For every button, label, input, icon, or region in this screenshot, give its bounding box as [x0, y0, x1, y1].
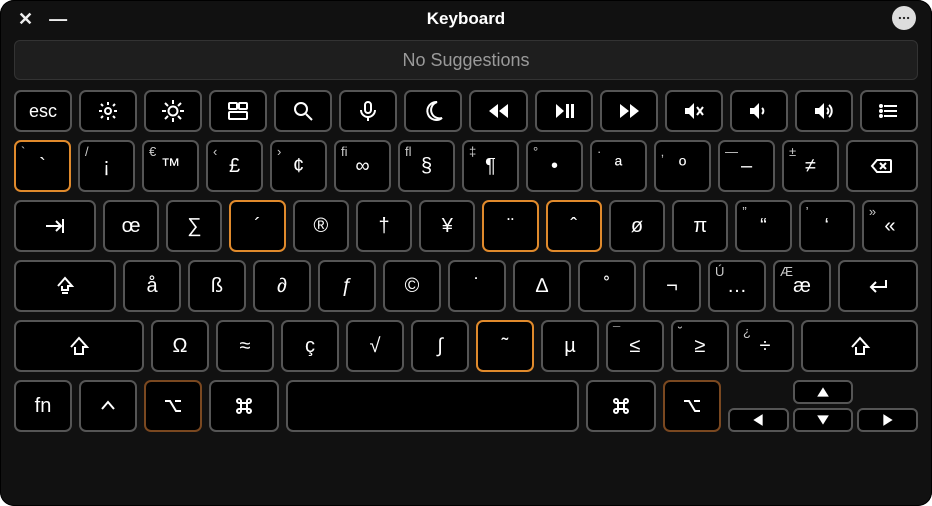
arrow-right-key[interactable]	[857, 408, 918, 432]
cent-key[interactable]: ¢›	[270, 140, 327, 192]
left-double-quote-key[interactable]: “”	[735, 200, 791, 252]
command-left-key[interactable]	[209, 380, 279, 432]
suggestions-text: No Suggestions	[402, 50, 529, 71]
suggestions-bar: No Suggestions	[14, 40, 918, 80]
arrow-cluster	[728, 380, 918, 432]
not-sign-key[interactable]: ¬	[643, 260, 701, 312]
search-key[interactable]	[274, 90, 332, 132]
oe-key[interactable]: œ	[103, 200, 159, 252]
yen-key[interactable]: ¥	[419, 200, 475, 252]
arrow-up-key[interactable]	[793, 380, 854, 404]
shift-row: Ω≈ç√∫˜µ≤¯≥˘÷¿	[14, 320, 918, 372]
circumflex-key[interactable]: ˆ	[546, 200, 602, 252]
more-icon[interactable]	[892, 6, 916, 30]
ordinal-a-key[interactable]: ª·	[590, 140, 647, 192]
fn-key[interactable]: fn	[14, 380, 72, 432]
dictation-key[interactable]	[339, 90, 397, 132]
ellipsis-key[interactable]: …Ú	[708, 260, 766, 312]
ring-above-key[interactable]: ˚	[578, 260, 636, 312]
a-ring-key[interactable]: å	[123, 260, 181, 312]
trademark-key[interactable]: ™€	[142, 140, 199, 192]
window-title: Keyboard	[10, 9, 922, 29]
integral-key[interactable]: ∫	[411, 320, 469, 372]
brightness-up-key[interactable]	[144, 90, 202, 132]
return-key[interactable]	[838, 260, 918, 312]
ae-key[interactable]: æÆ	[773, 260, 831, 312]
shift-left-key[interactable]	[14, 320, 144, 372]
registered-key[interactable]: ®	[293, 200, 349, 252]
infinity-key[interactable]: ∞fi	[334, 140, 391, 192]
diaeresis-key[interactable]: ¨	[482, 200, 538, 252]
tab-key[interactable]	[14, 200, 96, 252]
ordinal-o-key[interactable]: º‚	[654, 140, 711, 192]
en-dash-key[interactable]: –—	[718, 140, 775, 192]
dnd-key[interactable]	[404, 90, 462, 132]
fast-forward-key[interactable]	[600, 90, 658, 132]
sqrt-key[interactable]: √	[346, 320, 404, 372]
o-stroke-key[interactable]: ø	[609, 200, 665, 252]
number-row: ``¡/™€£‹¢›∞fi§fl¶‡•°ª·º‚–—≠±	[14, 140, 918, 192]
titlebar: ✕ — Keyboard	[10, 6, 922, 32]
delta-key[interactable]: ∆	[513, 260, 571, 312]
function-row: esc	[14, 90, 918, 132]
copyright-key[interactable]: ©	[383, 260, 441, 312]
left-single-quote-key[interactable]: ‘’	[799, 200, 855, 252]
keyboard-window: ✕ — Keyboard No Suggestions esc ``¡/™€£‹…	[0, 0, 932, 506]
le-key[interactable]: ≤¯	[606, 320, 664, 372]
delete-key[interactable]	[846, 140, 918, 192]
play-pause-key[interactable]	[535, 90, 593, 132]
sigma-sum-key[interactable]: ∑	[166, 200, 222, 252]
home-row: åß∂ƒ©˙∆˚¬…ÚæÆ	[14, 260, 918, 312]
brightness-down-key[interactable]	[79, 90, 137, 132]
mission-control-key[interactable]	[209, 90, 267, 132]
acute-key[interactable]: ´	[229, 200, 285, 252]
control-key[interactable]	[79, 380, 137, 432]
partial-key[interactable]: ∂	[253, 260, 311, 312]
section-key[interactable]: §fl	[398, 140, 455, 192]
mute-key[interactable]	[665, 90, 723, 132]
pi-key[interactable]: π	[672, 200, 728, 252]
grave-key[interactable]: ``	[14, 140, 71, 192]
sharp-s-key[interactable]: ß	[188, 260, 246, 312]
volume-down-key[interactable]	[730, 90, 788, 132]
option-right-key[interactable]	[663, 380, 721, 432]
pound-key[interactable]: £‹	[206, 140, 263, 192]
guillemet-key[interactable]: «»	[862, 200, 918, 252]
pilcrow-key[interactable]: ¶‡	[462, 140, 519, 192]
arrow-left-key[interactable]	[728, 408, 789, 432]
list-key[interactable]	[860, 90, 918, 132]
volume-up-key[interactable]	[795, 90, 853, 132]
dagger-key[interactable]: †	[356, 200, 412, 252]
omega-key[interactable]: Ω	[151, 320, 209, 372]
dot-above-key[interactable]: ˙	[448, 260, 506, 312]
caps-lock-key[interactable]	[14, 260, 116, 312]
mu-key[interactable]: µ	[541, 320, 599, 372]
esc-key[interactable]: esc	[14, 90, 72, 132]
qwerty-row: œ∑´®†¥¨ˆøπ“”‘’«»	[14, 200, 918, 252]
c-cedilla-key[interactable]: ç	[281, 320, 339, 372]
not-equal-key[interactable]: ≠±	[782, 140, 839, 192]
shift-right-key[interactable]	[801, 320, 918, 372]
inverted-exclamation-key[interactable]: ¡/	[78, 140, 135, 192]
option-left-key[interactable]	[144, 380, 202, 432]
divide-key[interactable]: ÷¿	[736, 320, 794, 372]
arrow-down-key[interactable]	[793, 408, 854, 432]
approx-key[interactable]: ≈	[216, 320, 274, 372]
spacebar-key[interactable]	[286, 380, 579, 432]
ge-key[interactable]: ≥˘	[671, 320, 729, 372]
keyboard-rows: esc ``¡/™€£‹¢›∞fi§fl¶‡•°ª·º‚–—≠± œ∑´®†¥¨…	[10, 90, 922, 432]
tilde-key[interactable]: ˜	[476, 320, 534, 372]
command-right-key[interactable]	[586, 380, 656, 432]
rewind-key[interactable]	[469, 90, 527, 132]
bottom-row: fn	[14, 380, 918, 432]
bullet-key[interactable]: •°	[526, 140, 583, 192]
florin-key[interactable]: ƒ	[318, 260, 376, 312]
